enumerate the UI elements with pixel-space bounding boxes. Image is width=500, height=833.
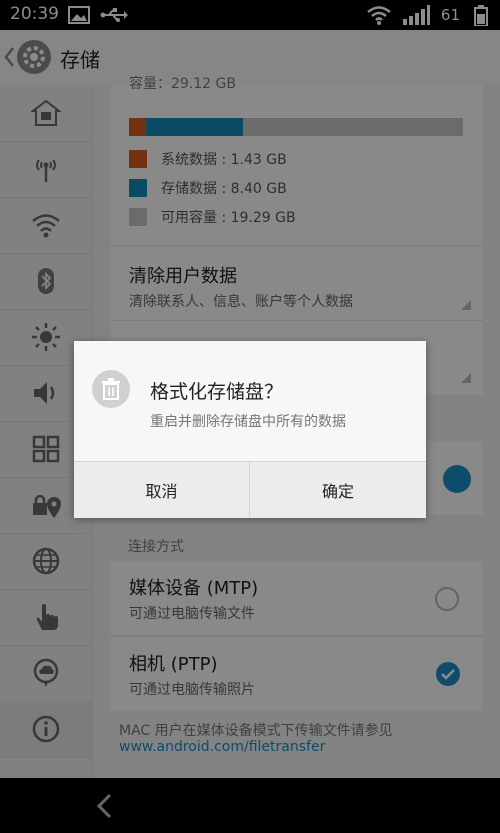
format-storage-dialog: 格式化存储盘？ 重启并删除存储盘中所有的数据 取消 确定: [74, 341, 426, 518]
dialog-title: 格式化存储盘？: [150, 381, 284, 403]
dialog-message: 重启并删除存储盘中所有的数据: [150, 414, 346, 430]
cancel-button[interactable]: 取消: [74, 462, 250, 518]
confirm-button[interactable]: 确定: [250, 462, 426, 518]
dialog-button-bar: 取消 确定: [74, 461, 426, 518]
trash-icon: [92, 370, 130, 408]
